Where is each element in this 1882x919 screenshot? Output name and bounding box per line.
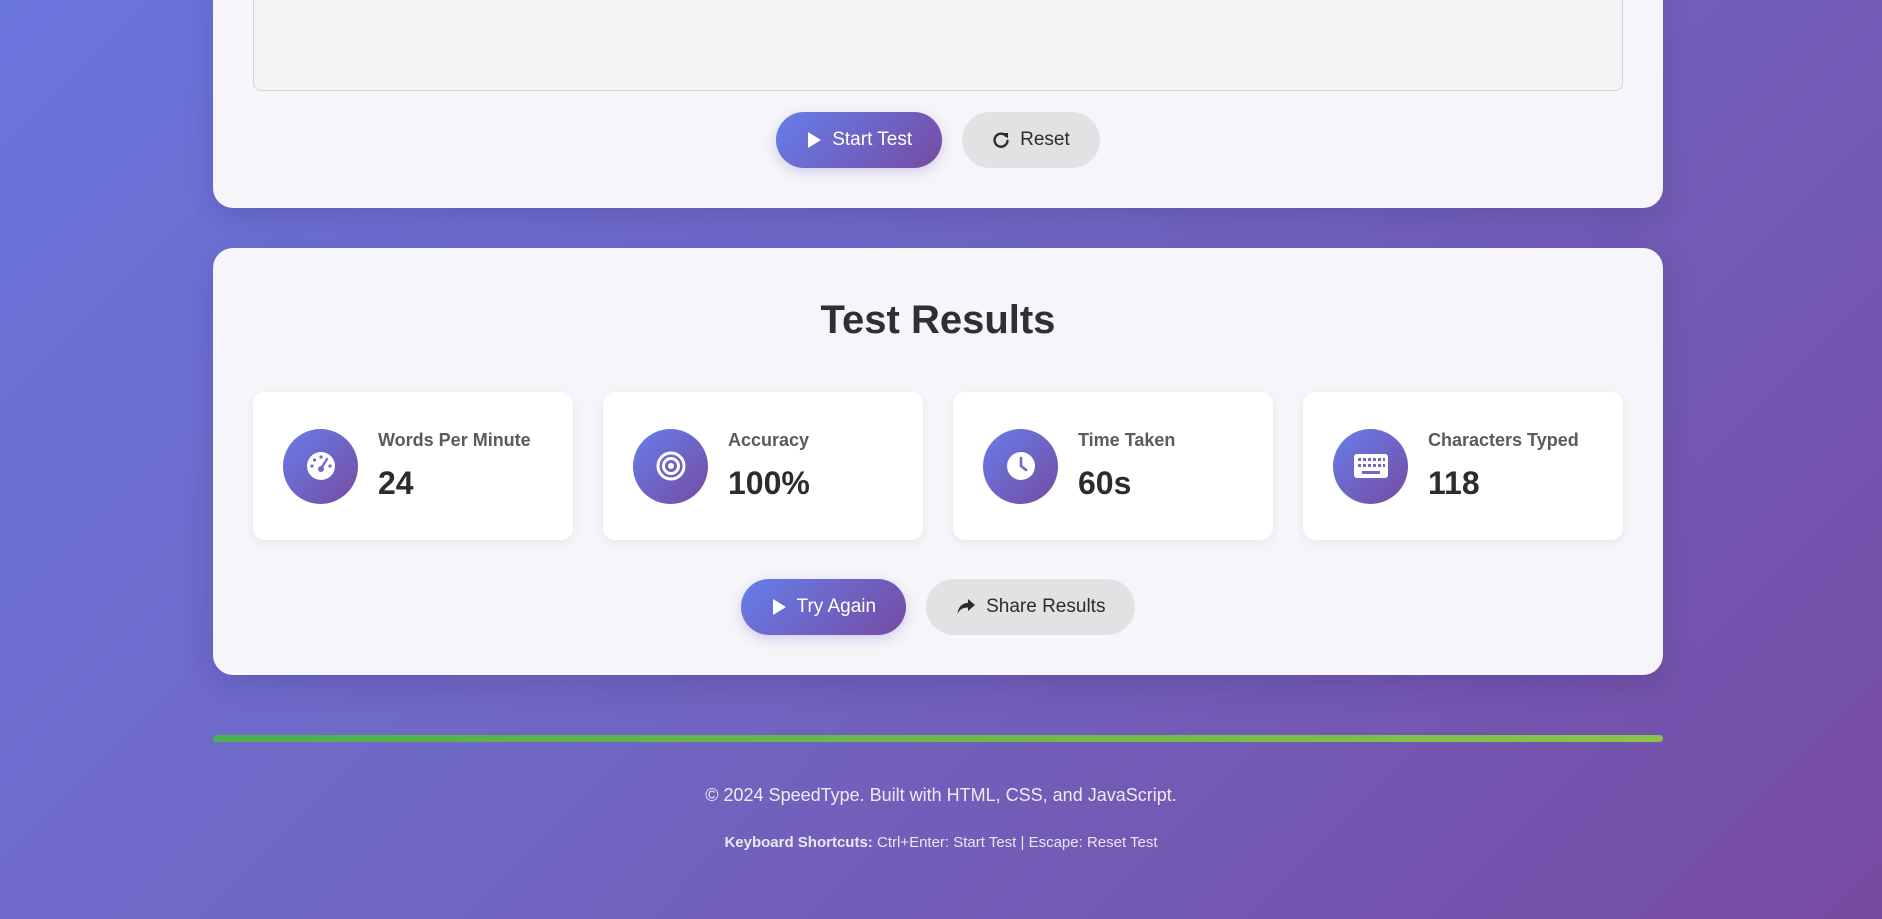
stat-card-time: Time Taken 60s: [953, 392, 1273, 540]
footer-copyright: © 2024 SpeedType. Built with HTML, CSS, …: [705, 785, 1177, 805]
results-title: Test Results: [820, 298, 1056, 342]
typing-input[interactable]: [253, 0, 1623, 91]
typing-test-card: Start Test Reset: [213, 0, 1663, 208]
progress-bar: [213, 735, 1663, 742]
stat-value: 100%: [728, 465, 810, 501]
test-controls: Start Test Reset: [213, 112, 1663, 168]
try-again-button[interactable]: Try Again: [740, 579, 907, 635]
play-icon: [806, 131, 822, 149]
stat-label: Time Taken: [1078, 430, 1176, 450]
target-icon: [633, 428, 708, 504]
results-card: Test Results Words Per Minute 24 Accurac…: [213, 248, 1663, 675]
stat-label: Characters Typed: [1428, 430, 1579, 450]
keyboard-icon: [1333, 428, 1408, 504]
share-results-button[interactable]: Share Results: [926, 579, 1136, 635]
stat-card-characters: Characters Typed 118: [1303, 392, 1623, 540]
start-test-button[interactable]: Start Test: [776, 112, 943, 168]
footer-shortcuts: Keyboard Shortcuts: Ctrl+Enter: Start Te…: [0, 834, 1882, 851]
stat-card-wpm: Words Per Minute 24: [253, 392, 573, 540]
stat-value: 60s: [1078, 465, 1132, 501]
reset-label: Reset: [1020, 129, 1070, 150]
share-icon: [956, 598, 976, 616]
shortcuts-text: Ctrl+Enter: Start Test | Escape: Reset T…: [876, 834, 1158, 851]
clock-icon: [983, 428, 1058, 504]
start-test-label: Start Test: [832, 129, 913, 150]
stat-label: Words Per Minute: [378, 430, 531, 450]
stat-value: 118: [1428, 465, 1480, 501]
redo-icon: [992, 131, 1010, 149]
stats-grid: Words Per Minute 24 Accuracy 100% Time T…: [253, 392, 1623, 540]
speedometer-icon: [283, 428, 358, 504]
try-again-label: Try Again: [796, 596, 877, 617]
stat-card-accuracy: Accuracy 100%: [603, 392, 923, 540]
reset-button[interactable]: Reset: [962, 112, 1100, 168]
shortcuts-label: Keyboard Shortcuts:: [724, 834, 873, 851]
stat-value: 24: [378, 465, 414, 501]
stat-label: Accuracy: [728, 430, 810, 450]
play-icon: [771, 598, 787, 616]
share-results-label: Share Results: [986, 596, 1106, 617]
progress-fill: [213, 735, 1663, 742]
results-actions: Try Again Share Results: [213, 579, 1663, 635]
